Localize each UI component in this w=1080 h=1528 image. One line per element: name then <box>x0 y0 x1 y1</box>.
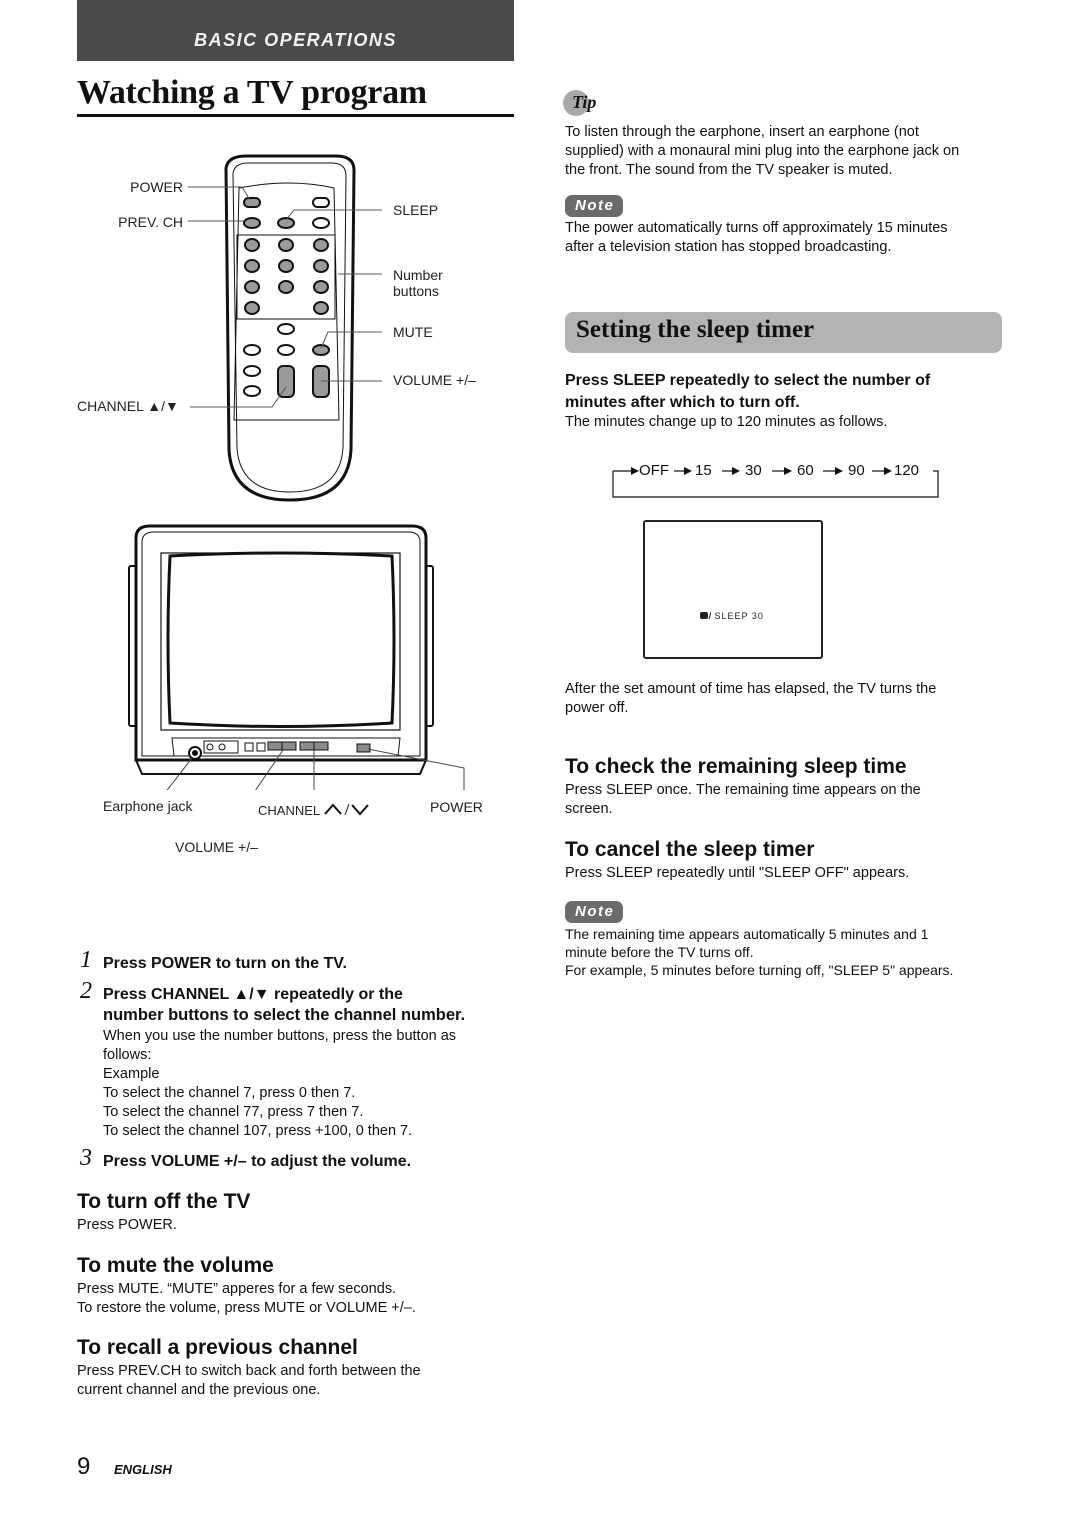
section-body: Press SLEEP once. The remaining time app… <box>565 781 921 819</box>
tv-power-button <box>356 743 371 753</box>
tip-line: the front. The sound from the TV speaker… <box>565 162 893 178</box>
note-line: minute before the TV turns off. <box>565 944 754 960</box>
section-line: Press POWER. <box>77 1217 177 1233</box>
section-line: current channel and the previous one. <box>77 1382 321 1398</box>
arrow-icon <box>884 467 892 475</box>
arrow-icon <box>835 467 843 475</box>
section-line: Press SLEEP repeatedly until "SLEEP OFF"… <box>565 865 910 881</box>
step-2-line: follows: <box>103 1047 152 1063</box>
note-line: The power automatically turns off approx… <box>565 220 948 236</box>
step-2-line: Example <box>103 1066 160 1082</box>
sleep-description: The minutes change up to 120 minutes as … <box>565 414 888 430</box>
arrow-icon <box>732 467 740 475</box>
label-volume: VOLUME +/– <box>393 372 476 388</box>
label-prev-ch: PREV. CH <box>118 214 183 230</box>
section-body: Press PREV.CH to switch back and forth b… <box>77 1362 421 1400</box>
note-badge: Note <box>565 901 624 923</box>
note-text: The power automatically turns off approx… <box>565 219 948 257</box>
sequence-item: 30 <box>745 462 762 479</box>
title-underline <box>77 114 514 117</box>
step-2-line: When you use the number buttons, press t… <box>103 1028 457 1044</box>
section-heading: To cancel the sleep timer <box>565 838 815 861</box>
footer-language: ENGLISH <box>114 1462 172 1477</box>
sequence-item: 15 <box>695 462 712 479</box>
step-3-number: 3 <box>80 1145 92 1171</box>
section-body: Press MUTE. “MUTE” apperes for a few sec… <box>77 1280 416 1318</box>
section-line: To restore the volume, press MUTE or VOL… <box>77 1300 416 1316</box>
note-line: For example, 5 minutes before turning of… <box>565 962 954 978</box>
prev-ch-button <box>243 217 261 229</box>
section-heading: To mute the volume <box>77 1254 274 1277</box>
step-2-line: To select the channel 77, press 7 then 7… <box>103 1104 364 1120</box>
section-line: screen. <box>565 801 613 817</box>
sequence-item: 60 <box>797 462 814 479</box>
label-earphone-jack: Earphone jack <box>103 798 193 814</box>
sleep-timer-heading: Setting the sleep timer <box>576 316 815 343</box>
label-power: POWER <box>130 179 183 195</box>
step-2-title-line1: Press CHANNEL ▲/▼ repeatedly or the <box>103 986 403 1003</box>
sleep-indicator-icon <box>700 611 712 620</box>
section-line: Press PREV.CH to switch back and forth b… <box>77 1363 421 1379</box>
sleep-instruction-line2: minutes after which to turn off. <box>565 394 800 411</box>
section-label: BASIC OPERATIONS <box>194 30 397 50</box>
section-heading: To check the remaining sleep time <box>565 755 907 778</box>
step-2-details: When you use the number buttons, press t… <box>103 1027 456 1141</box>
step-1-number: 1 <box>80 947 92 973</box>
section-body: Press POWER. <box>77 1216 177 1235</box>
tip-line: supplied) with a monaural mini plug into… <box>565 143 960 159</box>
sequence-item: OFF <box>639 462 669 479</box>
label-tv-channel: CHANNEL <box>258 802 371 818</box>
sleep-instruction-line1: Press SLEEP repeatedly to select the num… <box>565 372 931 389</box>
sequence-item: 120 <box>894 462 920 479</box>
sequence-item: 90 <box>848 462 865 479</box>
note-text: The remaining time appears automatically… <box>565 925 953 979</box>
step-2-title-line2: number buttons to select the channel num… <box>103 1006 466 1024</box>
label-mute: MUTE <box>393 324 433 340</box>
step-3-title: Press VOLUME +/– to adjust the volume. <box>103 1153 412 1170</box>
page-title: Watching a TV program <box>77 74 427 111</box>
osd-sleep-text: SLEEP 30 <box>714 611 764 621</box>
section-line: Press MUTE. “MUTE” apperes for a few sec… <box>77 1281 397 1297</box>
step-2-line: To select the channel 107, press +100, 0… <box>103 1123 413 1139</box>
section-heading: To recall a previous channel <box>77 1336 358 1359</box>
channel-rocker <box>277 365 295 398</box>
label-channel: CHANNEL ▲/▼ <box>77 398 179 414</box>
arrow-icon <box>784 467 792 475</box>
tv-screen <box>166 551 396 728</box>
osd-sleep-display: SLEEP 30 <box>700 611 764 621</box>
section-header-band: BASIC OPERATIONS <box>77 0 514 61</box>
tv-illustration <box>128 524 465 790</box>
note-line: The remaining time appears automatically… <box>565 926 929 942</box>
label-number-buttons-2: buttons <box>393 283 439 299</box>
tip-label: Tip <box>572 92 597 112</box>
label-sleep: SLEEP <box>393 202 439 218</box>
arrow-icon <box>684 467 692 475</box>
step-2-line: To select the channel 7, press 0 then 7. <box>103 1085 356 1101</box>
tip-text: To listen through the earphone, insert a… <box>565 123 959 180</box>
note-badge: Note <box>565 195 624 217</box>
arrow-icon <box>631 467 639 475</box>
label-tv-volume: VOLUME +/– <box>175 839 258 855</box>
after-line: After the set amount of time has elapsed… <box>565 681 937 697</box>
channel-up-down-icon <box>324 803 370 816</box>
mute-button <box>312 344 330 356</box>
tip-line: To listen through the earphone, insert a… <box>565 124 919 140</box>
sleep-timer-heading-bar: Setting the sleep timer <box>565 312 1002 353</box>
label-tv-channel-text: CHANNEL <box>258 803 320 818</box>
note-line: after a television station has stopped b… <box>565 239 892 255</box>
page-number: 9 <box>77 1453 91 1480</box>
step-2-number: 2 <box>80 978 92 1004</box>
tv-screen-osd-preview <box>643 520 823 659</box>
label-tv-power: POWER <box>430 799 483 815</box>
step-1-title: Press POWER to turn on the TV. <box>103 955 347 972</box>
power-button <box>243 197 261 208</box>
sleep-after-text: After the set amount of time has elapsed… <box>565 680 936 718</box>
section-line: Press SLEEP once. The remaining time app… <box>565 782 921 798</box>
after-line: power off. <box>565 700 629 716</box>
section-heading: To turn off the TV <box>77 1190 251 1213</box>
section-body: Press SLEEP repeatedly until "SLEEP OFF"… <box>565 864 909 883</box>
label-number-buttons-1: Number <box>393 267 443 283</box>
